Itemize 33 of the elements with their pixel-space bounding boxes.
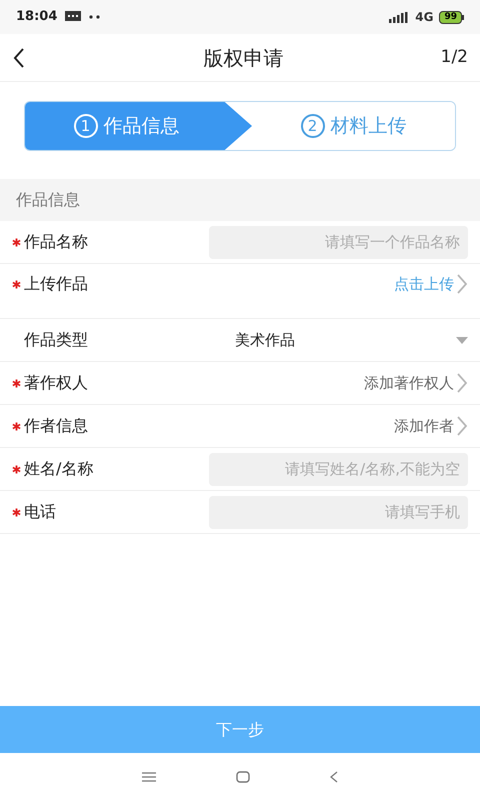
next-button[interactable]: 下一步 xyxy=(0,706,480,753)
link-button[interactable]: 点击上传 xyxy=(394,272,468,296)
chevron-right-icon xyxy=(456,372,468,394)
signal-icon xyxy=(389,12,410,22)
field-label: 姓名/名称 xyxy=(24,458,94,480)
field-label: 上传作品 xyxy=(24,273,88,295)
link-button[interactable]: 添加作者 xyxy=(394,414,468,438)
field-label: 著作权人 xyxy=(24,372,88,394)
step-tab[interactable]: 1 作品信息 xyxy=(25,102,252,150)
field-label: 作者信息 xyxy=(24,415,88,437)
back-icon[interactable] xyxy=(12,46,26,68)
field-label: 作品类型 xyxy=(24,329,88,351)
page-counter: 1/2 xyxy=(440,46,468,69)
input-field[interactable]: 请填写手机 xyxy=(209,496,468,528)
chevron-right-icon xyxy=(456,415,468,437)
message-icon xyxy=(65,11,82,23)
link-button[interactable]: 添加著作权人 xyxy=(364,372,468,394)
menu-icon[interactable] xyxy=(142,772,156,782)
chevron-right-icon xyxy=(456,273,468,295)
back-nav-icon[interactable] xyxy=(330,770,338,782)
type-dropdown[interactable]: 美术作品 xyxy=(144,328,468,352)
status-time: 18:04 xyxy=(16,8,58,26)
more-dots-icon xyxy=(89,15,102,19)
field-label: 电话 xyxy=(24,501,56,523)
network-label: 4G xyxy=(415,9,434,26)
home-icon[interactable] xyxy=(236,770,250,782)
dropdown-triangle-icon xyxy=(456,336,468,344)
section-title: 作品信息 xyxy=(16,189,80,211)
input-field[interactable]: 请填写姓名/名称,不能为空 xyxy=(209,452,468,486)
input-field[interactable]: 请填写一个作品名称 xyxy=(209,226,468,258)
page-title: 版权申请 xyxy=(203,44,284,72)
battery-indicator: 99 xyxy=(439,10,464,24)
field-label: 作品名称 xyxy=(24,231,88,253)
